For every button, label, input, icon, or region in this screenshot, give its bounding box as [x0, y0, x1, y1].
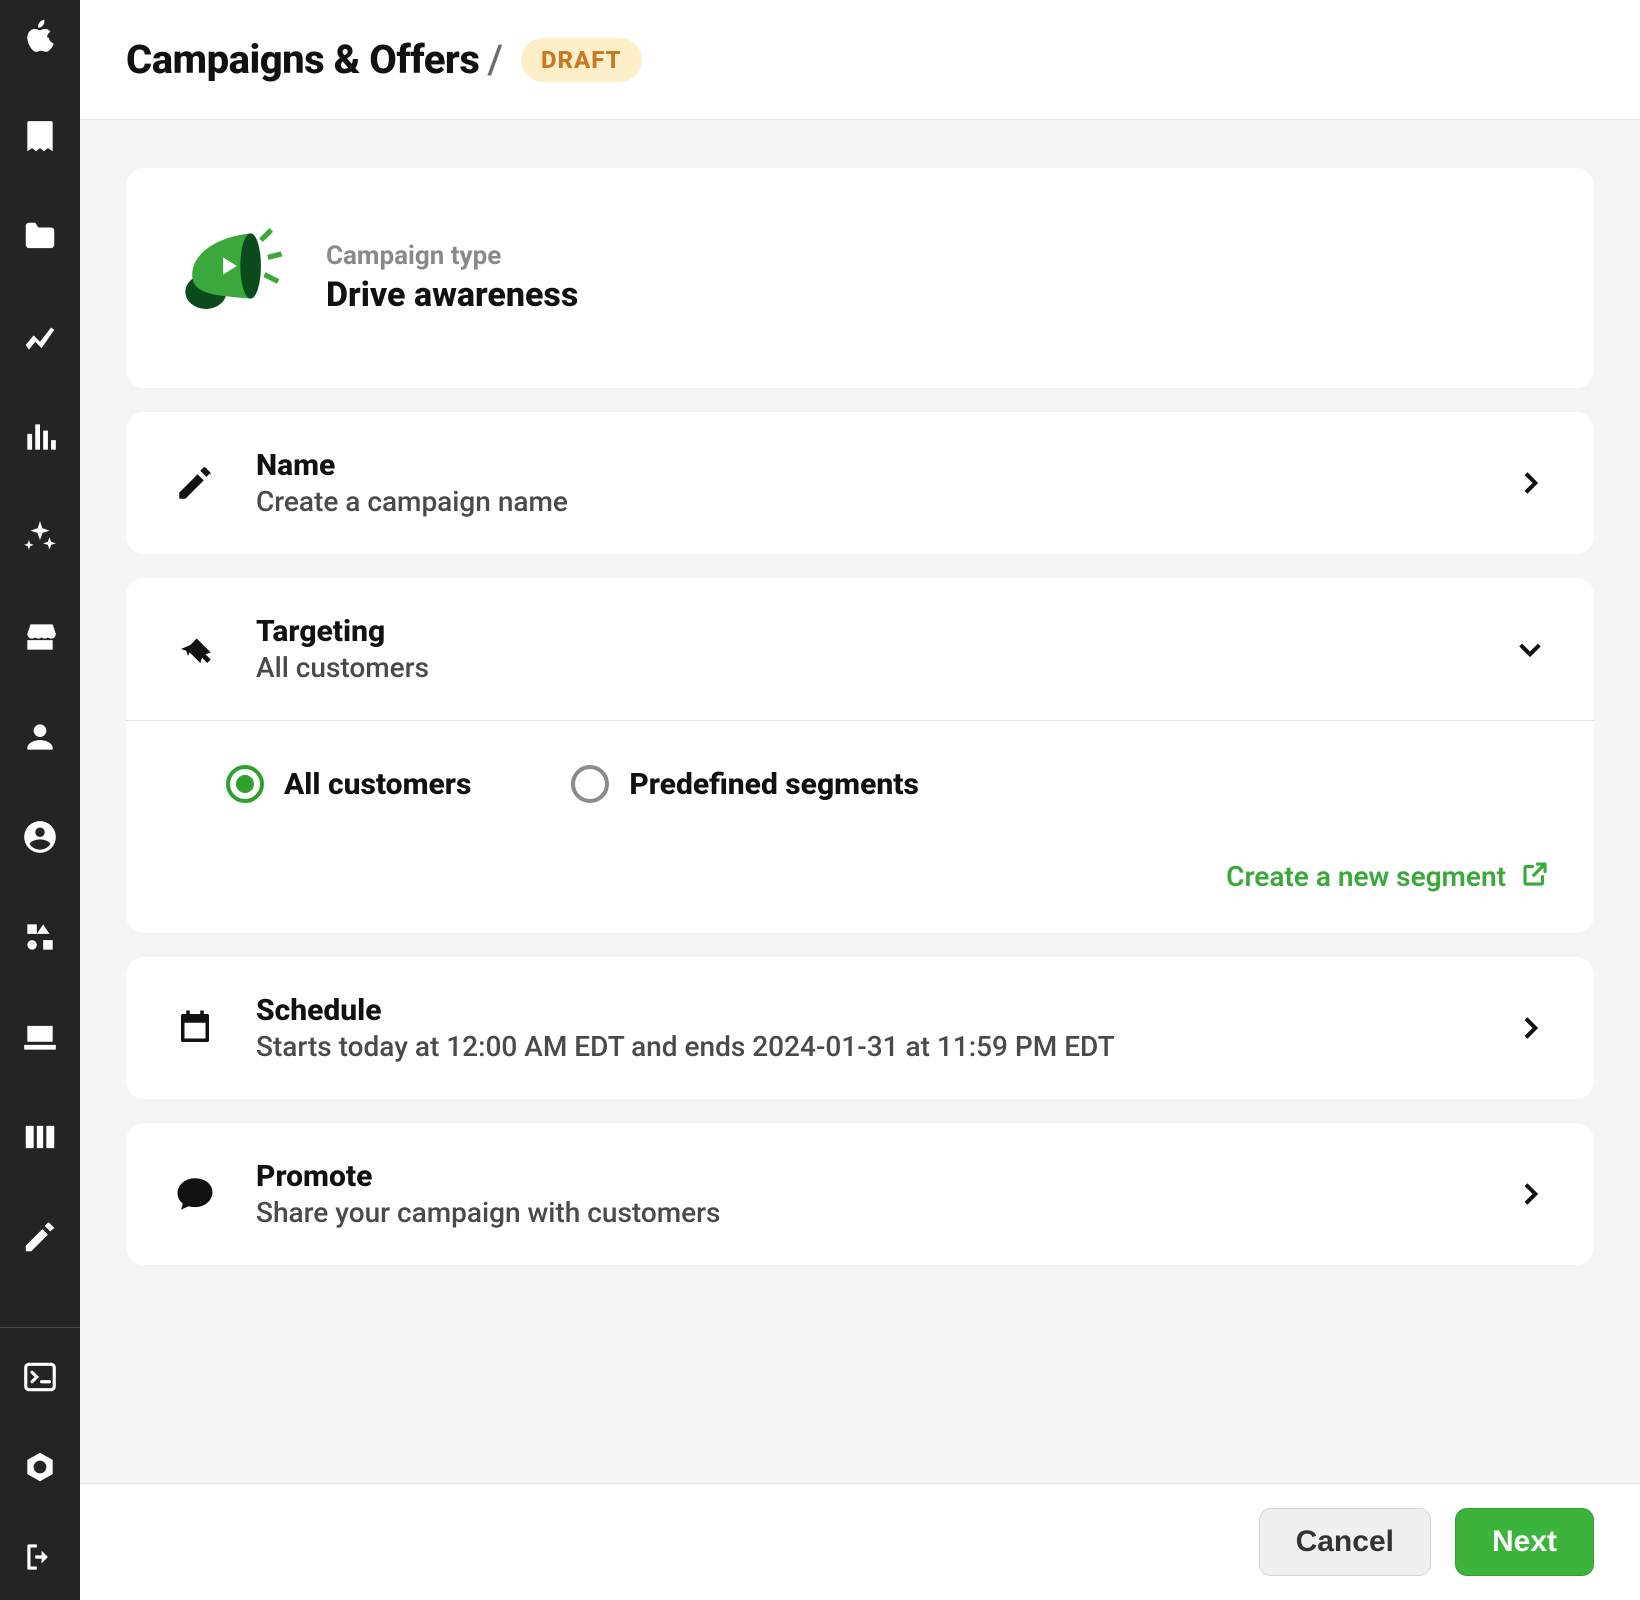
logout-icon[interactable]	[21, 1538, 59, 1576]
status-badge: DRAFT	[521, 38, 642, 82]
content-area: Campaign type Drive awareness Name Creat…	[80, 120, 1640, 1483]
promote-title: Promote	[256, 1159, 1474, 1194]
bar-chart-icon[interactable]	[21, 418, 59, 456]
schedule-title: Schedule	[256, 993, 1474, 1028]
laptop-icon[interactable]	[21, 1018, 59, 1056]
chevron-down-icon	[1510, 629, 1550, 669]
person-icon[interactable]	[21, 718, 59, 756]
chevron-right-icon	[1510, 463, 1550, 503]
line-chart-icon[interactable]	[21, 318, 59, 356]
megaphone-icon	[170, 218, 290, 338]
folder-icon[interactable]	[21, 218, 59, 256]
store-icon[interactable]	[21, 618, 59, 656]
cancel-button[interactable]: Cancel	[1259, 1508, 1431, 1576]
main: Campaigns & Offers / DRAFT Campaign type…	[80, 0, 1640, 1600]
shapes-icon[interactable]	[21, 918, 59, 956]
radio-predefined-segments[interactable]: Predefined segments	[571, 765, 919, 803]
breadcrumb-separator: /	[487, 36, 503, 83]
create-segment-link[interactable]: Create a new segment	[1226, 860, 1506, 893]
edit-icon	[170, 458, 220, 508]
radio-all-customers-label: All customers	[284, 767, 471, 802]
cursor-target-icon	[170, 624, 220, 674]
page-title: Campaigns & Offers	[126, 36, 479, 83]
header: Campaigns & Offers / DRAFT	[80, 0, 1640, 120]
next-button[interactable]: Next	[1455, 1508, 1594, 1576]
settings-icon[interactable]	[21, 1448, 59, 1486]
targeting-radio-group: All customers Predefined segments	[170, 765, 1550, 803]
targeting-section: Targeting All customers All customers Pr…	[126, 578, 1594, 933]
targeting-title: Targeting	[256, 614, 1474, 649]
apple-icon[interactable]	[21, 18, 59, 56]
pencil-icon[interactable]	[21, 1218, 59, 1256]
schedule-section[interactable]: Schedule Starts today at 12:00 AM EDT an…	[126, 957, 1594, 1099]
chevron-right-icon	[1510, 1008, 1550, 1048]
campaign-type-value: Drive awareness	[326, 275, 578, 315]
terminal-icon[interactable]	[21, 1358, 59, 1396]
promote-section[interactable]: Promote Share your campaign with custome…	[126, 1123, 1594, 1265]
name-section[interactable]: Name Create a campaign name	[126, 412, 1594, 554]
columns-icon[interactable]	[21, 1118, 59, 1156]
campaign-type-label: Campaign type	[326, 241, 578, 271]
chevron-right-icon	[1510, 1174, 1550, 1214]
schedule-subtitle: Starts today at 12:00 AM EDT and ends 20…	[256, 1030, 1474, 1063]
name-title: Name	[256, 448, 1474, 483]
sparkle-icon[interactable]	[21, 518, 59, 556]
targeting-header[interactable]: Targeting All customers	[126, 578, 1594, 720]
promote-subtitle: Share your campaign with customers	[256, 1196, 1474, 1229]
name-subtitle: Create a campaign name	[256, 485, 1474, 518]
comment-icon	[170, 1169, 220, 1219]
radio-all-customers[interactable]: All customers	[226, 765, 471, 803]
sidebar	[0, 0, 80, 1600]
calendar-icon	[170, 1003, 220, 1053]
receipt-icon[interactable]	[21, 118, 59, 156]
targeting-subtitle: All customers	[256, 651, 1474, 684]
footer: Cancel Next	[80, 1483, 1640, 1600]
campaign-type-card: Campaign type Drive awareness	[126, 168, 1594, 388]
radio-predefined-segments-label: Predefined segments	[629, 767, 919, 802]
account-circle-icon[interactable]	[21, 818, 59, 856]
external-link-icon	[1520, 859, 1550, 893]
